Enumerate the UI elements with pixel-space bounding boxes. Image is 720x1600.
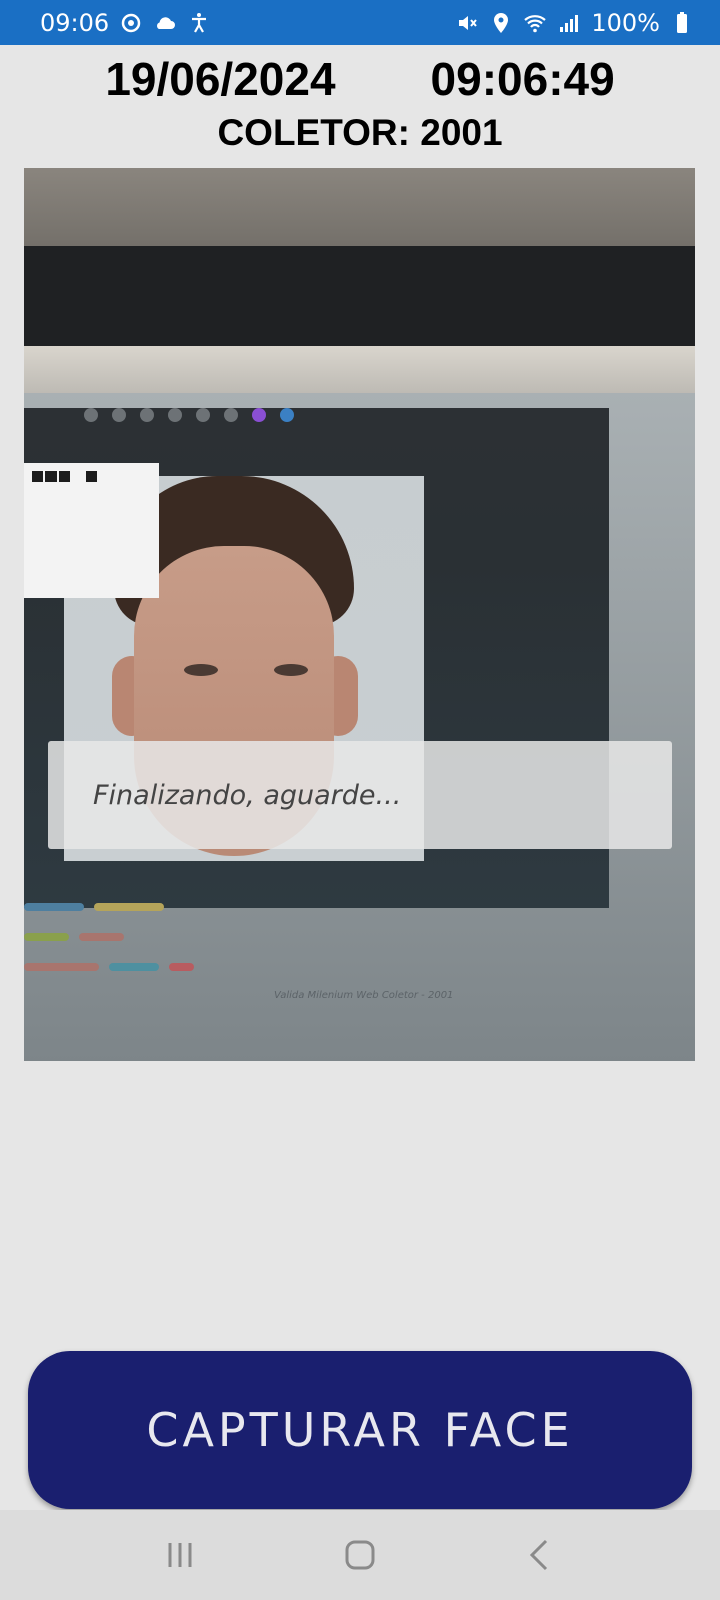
home-button[interactable] xyxy=(330,1525,390,1585)
status-toast-text: Finalizando, aguarde... xyxy=(93,779,402,811)
camera-scene-toolbar xyxy=(84,408,294,422)
time-label: 09:06:49 xyxy=(430,53,615,105)
status-bar: 09:06 100% xyxy=(0,0,720,45)
status-toast: Finalizando, aguarde... xyxy=(48,741,672,849)
location-icon xyxy=(489,11,513,35)
camera-preview: Valida Milenium Web Coletor - 2001 xyxy=(24,168,695,1061)
back-icon xyxy=(529,1539,548,1571)
camera-scene-bezel xyxy=(24,246,695,346)
date-label: 19/06/2024 xyxy=(105,53,336,105)
wifi-icon xyxy=(523,11,547,35)
camera-scene-lines xyxy=(24,903,224,983)
nav-bar xyxy=(0,1510,720,1600)
battery-percent: 100% xyxy=(591,8,660,37)
accessibility-icon xyxy=(187,11,211,35)
home-icon xyxy=(345,1540,375,1570)
back-button[interactable] xyxy=(510,1525,570,1585)
status-right: 100% xyxy=(455,9,694,37)
camera-scene-ceiling xyxy=(24,168,695,250)
qr-code xyxy=(24,463,159,598)
cloud-icon xyxy=(153,11,177,35)
status-time: 09:06 xyxy=(40,8,110,37)
collector-label: COLETOR: 2001 xyxy=(217,112,503,153)
sync-icon xyxy=(119,11,143,35)
battery-icon xyxy=(670,11,694,35)
capture-face-button[interactable]: CAPTURAR FACE xyxy=(28,1351,692,1509)
status-left: 09:06 xyxy=(40,9,211,37)
recent-apps-icon xyxy=(168,1543,192,1567)
recent-apps-button[interactable] xyxy=(150,1525,210,1585)
mute-icon xyxy=(455,11,479,35)
signal-icon xyxy=(557,11,581,35)
datetime-row: 19/06/2024 09:06:49 xyxy=(0,52,720,108)
camera-scene-footer: Valida Milenium Web Coletor - 2001 xyxy=(274,990,454,1001)
